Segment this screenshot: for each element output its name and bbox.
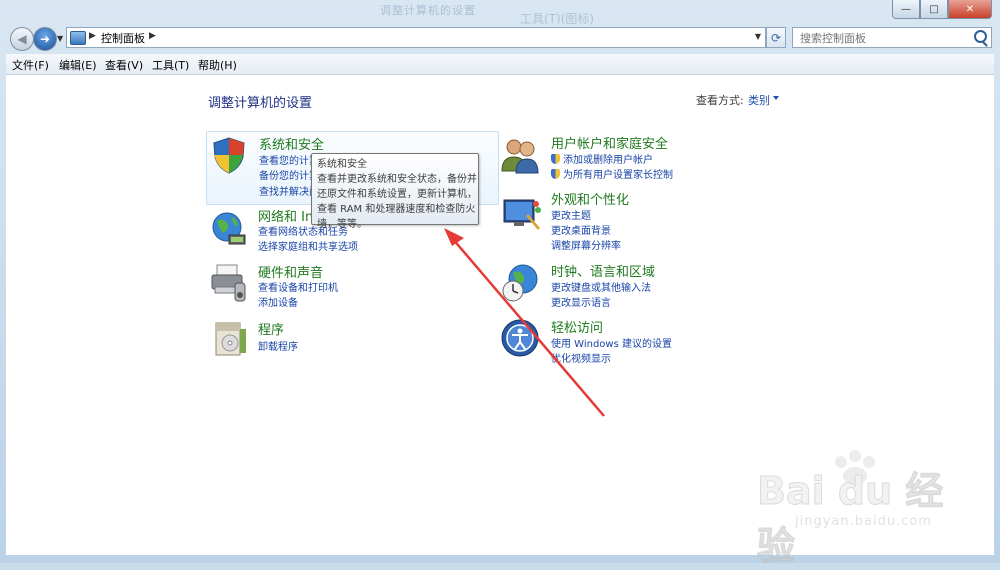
window-frame: 调整计算机的设置 工具(T)(图标) — □ ✕ ◀ ➜ ▼ ▶ 控制面板 ▶ …	[0, 0, 1000, 569]
baidu-watermark: Bai du 经验 jingyan.baidu.com	[757, 448, 957, 569]
watermark-url: jingyan.baidu.com	[795, 514, 932, 529]
